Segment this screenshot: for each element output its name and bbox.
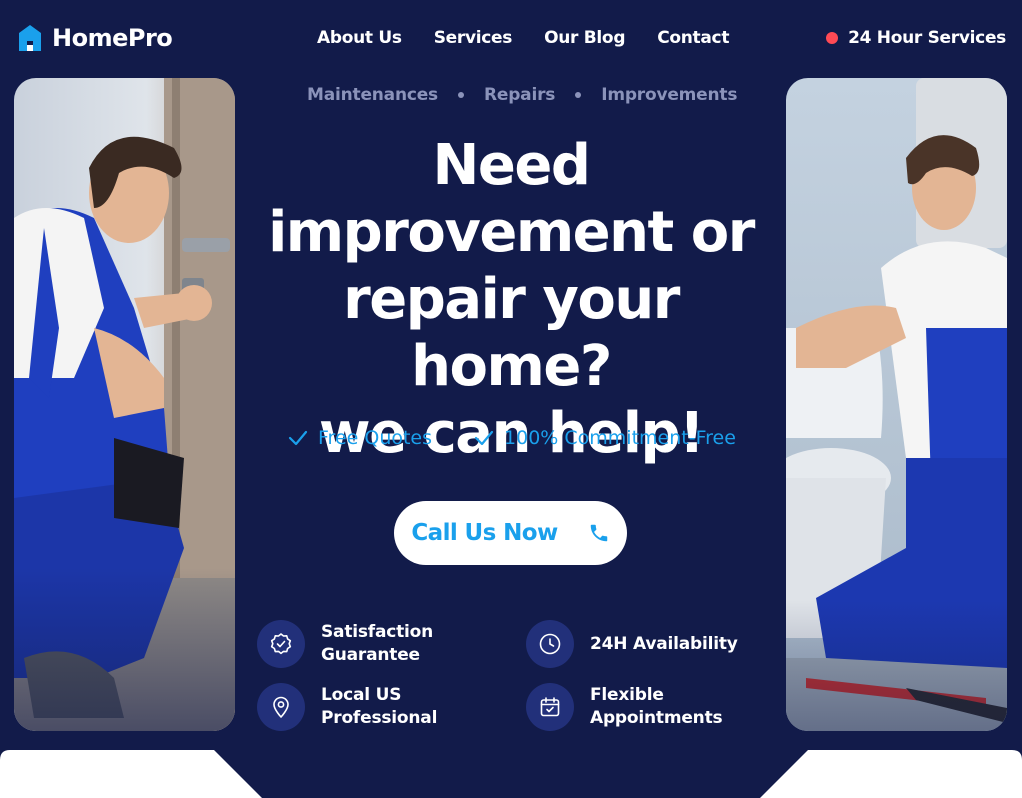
nav-about-us[interactable]: About Us <box>317 28 402 48</box>
feature-line: Satisfaction <box>321 622 434 642</box>
calendar-check-icon <box>540 697 560 717</box>
hero-benefits: Free Quotes 100% Commitment-Free <box>288 427 736 449</box>
hero-headline: Need improvement or repair your home? we… <box>250 132 772 467</box>
location-pin-icon <box>273 696 289 718</box>
service-categories: Maintenances Repairs Improvements <box>307 85 737 105</box>
feature-label: Local US Professional <box>321 684 451 730</box>
benefit-commitment-free: 100% Commitment-Free <box>474 427 736 449</box>
separator-dot <box>575 92 582 98</box>
features-grid: Satisfaction Guarantee 24H Availability … <box>257 620 777 732</box>
feature-line: Professional <box>321 708 438 728</box>
feature-icon-circle <box>257 683 305 731</box>
call-us-now-button[interactable]: Call Us Now <box>394 501 627 565</box>
clock-icon <box>539 633 561 655</box>
feature-icon-circle <box>526 620 574 668</box>
feature-line: 24H Availability <box>590 633 738 654</box>
feature-line: Flexible <box>590 685 664 705</box>
feature-label: Flexible Appointments <box>590 684 740 730</box>
section-divider-left <box>0 750 262 798</box>
benefit-label: 100% Commitment-Free <box>504 427 736 449</box>
feature-24h-availability: 24H Availability <box>526 620 740 668</box>
feature-line: Local US <box>321 685 402 705</box>
cta-label: Call Us Now <box>411 520 558 546</box>
feature-icon-circle <box>526 683 574 731</box>
feature-label: Satisfaction Guarantee <box>321 621 451 667</box>
feature-satisfaction-guarantee: Satisfaction Guarantee <box>257 620 451 668</box>
feature-icon-circle <box>257 620 305 668</box>
nav-our-blog[interactable]: Our Blog <box>544 28 625 48</box>
feature-line: Guarantee <box>321 645 420 665</box>
badge-check-icon <box>270 633 292 655</box>
live-status-dot <box>826 32 839 44</box>
headline-line-1: Need <box>432 133 591 198</box>
checkmark-icon <box>288 430 308 446</box>
phone-icon <box>590 524 607 542</box>
section-divider-right <box>760 750 1022 798</box>
nav-contact[interactable]: Contact <box>657 28 729 48</box>
main-nav: About Us Services Our Blog Contact <box>317 28 729 48</box>
category-maintenances: Maintenances <box>307 85 438 105</box>
site-header: HomePro About Us Services Our Blog Conta… <box>0 0 1022 78</box>
house-icon <box>19 25 41 51</box>
benefit-label: Free Quotes <box>318 427 433 449</box>
feature-flexible-appointments: Flexible Appointments <box>526 683 740 731</box>
checkmark-icon <box>474 430 494 446</box>
photo-right-technician-toilet <box>786 78 1007 731</box>
feature-line: Appointments <box>590 708 723 728</box>
separator-dot <box>457 92 464 98</box>
photo-left-technician-door <box>14 78 235 731</box>
category-improvements: Improvements <box>601 85 738 105</box>
headline-line-2: improvement or <box>268 200 755 265</box>
brand-name: HomePro <box>52 24 173 52</box>
feature-local-us-professional: Local US Professional <box>257 683 451 731</box>
feature-label: 24H Availability <box>590 633 740 656</box>
benefit-free-quotes: Free Quotes <box>288 427 432 449</box>
category-repairs: Repairs <box>483 85 556 105</box>
logo[interactable]: HomePro <box>18 24 173 52</box>
headline-line-3: repair your home? <box>343 267 680 399</box>
nav-services[interactable]: Services <box>434 28 513 48</box>
hours-badge[interactable]: 24 Hour Services <box>826 28 1006 48</box>
hours-label: 24 Hour Services <box>848 28 1006 48</box>
